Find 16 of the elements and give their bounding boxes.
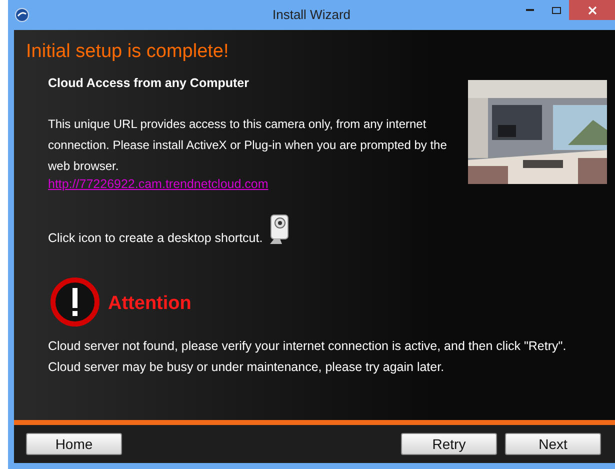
window-title: Install Wizard [272, 6, 351, 24]
close-icon [588, 6, 596, 14]
error-message: Cloud server not found, please verify your internet connection is active, and then click "Retry". [48, 338, 566, 355]
wizard-button[interactable]: Next [505, 433, 601, 455]
app-icon [15, 8, 29, 22]
cloud-url-link[interactable]: http://77226922.cam.trendnetcloud.com [48, 174, 268, 195]
close-button[interactable] [569, 0, 615, 20]
wizard-button[interactable]: Retry [401, 433, 497, 455]
error-message: Cloud server may be busy or under maintenance, please try again later. [48, 359, 446, 376]
description-text: This unique URL provides access to this camera only, from any internet connection. Please install ActiveX or Plug-in when you are prompted by the web browser. [48, 116, 448, 175]
page-heading: Initial setup is complete! [26, 40, 229, 64]
shortcut-text: Click icon to create a desktop shortcut. [48, 230, 263, 246]
section-title: Cloud Access from any Computer [48, 75, 249, 92]
attention-title: Attention [108, 292, 192, 316]
warning-icon [50, 277, 100, 327]
wizard-button[interactable]: Home [26, 433, 122, 455]
